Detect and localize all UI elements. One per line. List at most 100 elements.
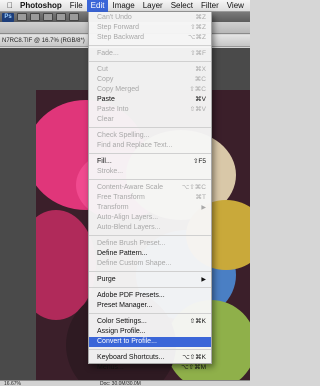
menu-separator — [89, 153, 211, 154]
menu-item-keyboard-shortcuts[interactable]: Keyboard Shortcuts... ⌥⇧⌘K — [89, 353, 211, 363]
view-extras-icon[interactable] — [43, 13, 53, 21]
menu-item-adobe-pdf-presets[interactable]: Adobe PDF Presets... — [89, 291, 211, 301]
apple-menu-icon[interactable]:  — [4, 1, 16, 10]
menu-item-label: Copy Merged — [97, 86, 140, 93]
menu-item-shortcut: ⇧F5 — [192, 158, 206, 165]
menu-item-menus[interactable]: Menus... ⌥⇧⌘M — [89, 363, 211, 373]
menu-item-label: Free Transform — [97, 194, 145, 201]
photoshop-logo-icon[interactable]: Ps — [2, 13, 14, 22]
menu-item-label: Color Settings... — [97, 318, 147, 325]
submenu-arrow-icon: ▶ — [201, 205, 206, 211]
menu-item-cut[interactable]: Cut ⌘X — [89, 65, 211, 75]
menu-photoshop[interactable]: Photoshop — [16, 0, 66, 12]
menu-item-shortcut: ⇧⌘Z — [190, 24, 206, 31]
menu-item-auto-align-layers[interactable]: Auto-Align Layers... — [89, 213, 211, 223]
menu-view[interactable]: View — [223, 0, 248, 12]
menu-item-auto-blend-layers[interactable]: Auto-Blend Layers... — [89, 223, 211, 233]
menu-item-define-pattern[interactable]: Define Pattern... — [89, 249, 211, 259]
menu-item-label: Transform — [97, 204, 129, 211]
mini-bridge-icon[interactable] — [30, 13, 40, 21]
menu-item-label: Keyboard Shortcuts... — [97, 354, 165, 361]
zoom-level-icon[interactable] — [56, 13, 66, 21]
menu-item-label: Convert to Profile... — [97, 338, 157, 345]
menu-item-shortcut: ⌘C — [194, 76, 206, 83]
menu-separator — [89, 235, 211, 236]
menu-item-label: Assign Profile... — [97, 328, 146, 335]
menu-item-find-and-replace-text[interactable]: Find and Replace Text... — [89, 141, 211, 151]
menu-item-label: Can't Undo — [97, 14, 132, 21]
menu-item-shortcut: ⌥⇧⌘M — [181, 364, 206, 371]
menu-item-convert-to-profile[interactable]: Convert to Profile... — [89, 337, 211, 347]
menu-item-label: Adobe PDF Presets... — [97, 292, 165, 299]
menu-item-color-settings[interactable]: Color Settings... ⇧⌘K — [89, 317, 211, 327]
menu-item-label: Copy — [97, 76, 114, 83]
document-title: N7RC8.TIF @ 16.7% (RGB/8*) — [2, 38, 85, 44]
menu-item-paste-into[interactable]: Paste Into ⇧⌘V — [89, 105, 211, 115]
menu-item-shortcut: ⌘T — [195, 194, 206, 201]
menu-item-paste[interactable]: Paste ⌘V — [89, 95, 211, 105]
menu-image[interactable]: Image — [108, 0, 138, 12]
menu-item-copy[interactable]: Copy ⌘C — [89, 75, 211, 85]
edit-menu-dropdown: Can't Undo ⌘Z Step Forward ⇧⌘Z Step Backward… — [88, 12, 212, 371]
menu-item-label: Cut — [97, 66, 108, 73]
menu-item-shortcut: ⌘V — [195, 96, 206, 103]
menu-separator — [89, 127, 211, 128]
menu-item-label: Fill... — [97, 158, 112, 165]
menu-item-purge[interactable]: Purge ▶ — [89, 275, 211, 285]
menu-item-step-backward[interactable]: Step Backward ⌥⌘Z — [89, 33, 211, 43]
menu-item-shortcut: ⌥⇧⌘K — [182, 354, 206, 361]
menu-item-shortcut: ⌥⌘Z — [188, 34, 206, 41]
menu-item-label: Step Backward — [97, 34, 145, 41]
menu-item-define-brush-preset[interactable]: Define Brush Preset... — [89, 239, 211, 249]
menu-item-copy-merged[interactable]: Copy Merged ⇧⌘C — [89, 85, 211, 95]
menu-item-label: Auto-Blend Layers... — [97, 224, 161, 231]
document-size-readout: Doc: 30.0M/30.0M — [100, 381, 141, 386]
menu-item-assign-profile[interactable]: Assign Profile... — [89, 327, 211, 337]
menu-item-can-t-undo[interactable]: Can't Undo ⌘Z — [89, 13, 211, 23]
menu-item-preset-manager[interactable]: Preset Manager... — [89, 301, 211, 311]
menu-separator — [89, 313, 211, 314]
menu-item-shortcut: ⇧⌘K — [189, 318, 206, 325]
menu-item-shortcut: ⇧⌘F — [190, 50, 206, 57]
menu-item-shortcut: ⌘X — [195, 66, 206, 73]
menu-item-label: Step Forward — [97, 24, 140, 31]
menu-item-clear[interactable]: Clear — [89, 115, 211, 125]
menu-item-label: Purge — [97, 276, 116, 283]
menu-item-label: Check Spelling... — [97, 132, 150, 139]
menu-bar:  Photoshop File Edit Image Layer Select… — [0, 0, 250, 12]
menu-item-label: Define Brush Preset... — [97, 240, 166, 247]
menu-item-label: Define Custom Shape... — [97, 260, 172, 267]
menu-separator — [89, 271, 211, 272]
menu-edit[interactable]: Edit — [86, 0, 109, 12]
menu-item-stroke[interactable]: Stroke... — [89, 167, 211, 177]
menu-item-free-transform[interactable]: Free Transform ⌘T — [89, 193, 211, 203]
submenu-arrow-icon: ▶ — [201, 277, 206, 283]
menu-item-label: Stroke... — [97, 168, 124, 175]
menu-separator — [89, 61, 211, 62]
menu-item-shortcut: ⌥⇧⌘C — [181, 184, 206, 191]
menu-item-label: Auto-Align Layers... — [97, 214, 159, 221]
zoom-readout[interactable]: 16.67% — [0, 381, 30, 386]
menu-separator — [89, 179, 211, 180]
menu-separator — [89, 287, 211, 288]
menu-item-label: Fade... — [97, 50, 119, 57]
menu-separator — [89, 349, 211, 350]
menu-item-label: Find and Replace Text... — [97, 142, 173, 149]
status-bar: 16.67% Doc: 30.0M/30.0M — [0, 380, 250, 386]
menu-item-fill[interactable]: Fill... ⇧F5 — [89, 157, 211, 167]
menu-select[interactable]: Select — [167, 0, 197, 12]
bridge-icon[interactable] — [17, 13, 27, 21]
menu-item-check-spelling[interactable]: Check Spelling... — [89, 131, 211, 141]
menu-item-transform[interactable]: Transform ▶ — [89, 203, 211, 213]
menu-item-step-forward[interactable]: Step Forward ⇧⌘Z — [89, 23, 211, 33]
menu-file[interactable]: File — [66, 0, 87, 12]
menu-item-shortcut: ⇧⌘C — [189, 86, 206, 93]
menu-item-define-custom-shape[interactable]: Define Custom Shape... — [89, 259, 211, 269]
hand-tool-icon[interactable] — [69, 13, 79, 21]
menu-layer[interactable]: Layer — [139, 0, 167, 12]
menu-filter[interactable]: Filter — [197, 0, 223, 12]
menu-item-fade[interactable]: Fade... ⇧⌘F — [89, 49, 211, 59]
menu-item-label: Preset Manager... — [97, 302, 153, 309]
menu-item-label: Paste — [97, 96, 115, 103]
menu-item-content-aware-scale[interactable]: Content-Aware Scale ⌥⇧⌘C — [89, 183, 211, 193]
